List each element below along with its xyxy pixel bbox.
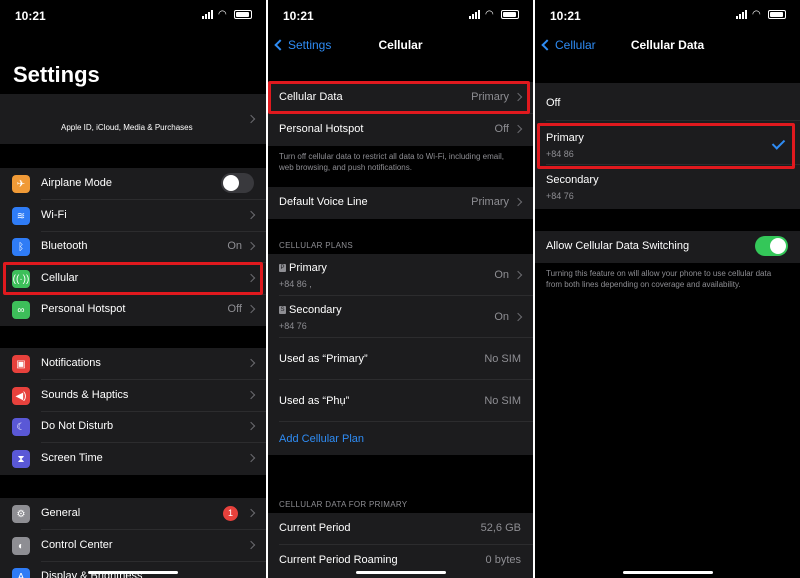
chevron-right-icon xyxy=(246,421,256,431)
switching-footer: Turning this feature on will allow your … xyxy=(546,269,772,289)
plans-group: P Primary +84 86 , On S Secondary +84 76 O… xyxy=(268,254,533,455)
chevron-right-icon xyxy=(246,390,256,400)
settings-item-display[interactable]: A Display & Brightness xyxy=(0,561,266,578)
notifications-icon: ▣ xyxy=(12,355,30,373)
wifi-status-icon: ◠ xyxy=(752,8,761,20)
bluetooth-icon: ᛒ xyxy=(12,238,30,256)
status-bar: 10:21 ◠ xyxy=(0,0,266,30)
page-title: Settings xyxy=(13,62,100,87)
general-group: ⚙ General 1 ◐ Control Center A Display &… xyxy=(0,498,266,578)
add-plan-row[interactable]: Add Cellular Plan xyxy=(268,422,533,455)
settings-item-control-center[interactable]: ◐ Control Center xyxy=(0,530,266,562)
settings-item-sounds[interactable]: ◀) Sounds & Haptics xyxy=(0,380,266,412)
notifications-group: ▣ Notifications ◀) Sounds & Haptics ☾ Do… xyxy=(0,348,266,475)
signal-icon xyxy=(736,10,747,19)
signal-icon xyxy=(469,10,480,19)
option-secondary[interactable]: Secondary +84 76 xyxy=(535,165,800,209)
highlight-primary xyxy=(537,123,795,169)
hotspot-icon: ∞ xyxy=(12,301,30,319)
plan-primary-row[interactable]: P Primary +84 86 , On xyxy=(268,254,533,296)
chevron-right-icon xyxy=(246,540,256,550)
nav-bar: Settings Cellular xyxy=(268,34,533,58)
moon-icon: ☾ xyxy=(12,418,30,436)
default-voice-row[interactable]: Default Voice Line Primary xyxy=(268,187,533,219)
wifi-status-icon: ◠ xyxy=(485,8,494,20)
settings-item-hotspot[interactable]: ∞ Personal Hotspot Off xyxy=(0,294,266,326)
wifi-status-icon: ◠ xyxy=(218,8,227,20)
used-as-phu-row[interactable]: Used as “Phụ” No SIM xyxy=(268,380,533,422)
plans-header: CELLULAR PLANS xyxy=(279,241,354,250)
signal-icon xyxy=(202,10,213,19)
home-indicator[interactable] xyxy=(88,571,178,574)
settings-item-notifications[interactable]: ▣ Notifications xyxy=(0,348,266,380)
airplane-icon: ✈ xyxy=(12,175,30,193)
chevron-right-icon xyxy=(246,210,256,220)
settings-item-bluetooth[interactable]: ᛒ Bluetooth On xyxy=(0,231,266,263)
used-as-primary-row[interactable]: Used as “Primary” No SIM xyxy=(268,338,533,380)
wifi-icon: ≋ xyxy=(12,207,30,225)
add-plan-link[interactable]: Add Cellular Plan xyxy=(279,433,364,445)
cellular-data-footer: Turn off cellular data to restrict all d… xyxy=(279,152,504,172)
current-period-row: Current Period 52,6 GB xyxy=(268,513,533,545)
settings-item-wifi[interactable]: ≋ Wi-Fi xyxy=(0,200,266,232)
usage-group: Current Period 52,6 GB Current Period Ro… xyxy=(268,513,533,578)
switches-icon: ◐ xyxy=(12,537,30,555)
highlight-cellular xyxy=(3,262,263,295)
apple-id-row[interactable]: Apple ID, iCloud, Media & Purchases xyxy=(0,94,266,144)
battery-icon xyxy=(234,10,252,19)
highlight-cellular-data xyxy=(268,81,530,114)
status-time: 10:21 xyxy=(283,9,314,23)
chevron-right-icon xyxy=(246,453,256,463)
personal-hotspot-row[interactable]: Personal Hotspot Off xyxy=(268,114,533,146)
chevron-right-icon xyxy=(513,312,523,322)
gear-icon: ⚙ xyxy=(12,505,30,523)
connectivity-group: ✈ Airplane Mode ≋ Wi-Fi ᛒ Bluetooth On (… xyxy=(0,168,266,326)
airplane-toggle[interactable] xyxy=(221,173,254,193)
notification-badge: 1 xyxy=(223,506,238,521)
nav-title: Cellular Data xyxy=(630,38,705,52)
settings-screen: 10:21 ◠ Settings Apple ID, iCloud, Media… xyxy=(0,0,266,578)
speaker-icon: ◀) xyxy=(12,387,30,405)
nav-title: Cellular xyxy=(378,38,423,52)
voice-group: Default Voice Line Primary xyxy=(268,187,533,219)
nav-bar: Cellular Cellular Data xyxy=(535,34,800,58)
data-switching-row: Allow Cellular Data Switching xyxy=(535,231,800,263)
switching-group: Allow Cellular Data Switching xyxy=(535,231,800,263)
chevron-right-icon xyxy=(246,358,256,368)
status-time: 10:21 xyxy=(550,9,581,23)
chevron-right-icon xyxy=(513,270,523,280)
hourglass-icon: ⧗ xyxy=(12,450,30,468)
option-off[interactable]: Off xyxy=(535,83,800,121)
status-bar: 10:21 ◠ xyxy=(535,0,800,30)
home-indicator[interactable] xyxy=(355,571,446,574)
chevron-right-icon xyxy=(513,124,523,134)
status-time: 10:21 xyxy=(15,9,46,23)
chevron-right-icon xyxy=(513,197,523,207)
status-bar: 10:21 ◠ xyxy=(268,0,533,30)
cellular-screen: 10:21 ◠ Settings Cellular Cellular Data … xyxy=(268,0,533,578)
settings-item-airplane[interactable]: ✈ Airplane Mode xyxy=(0,168,266,200)
chevron-right-icon xyxy=(246,241,256,251)
plan-secondary-row[interactable]: S Secondary +84 76 On xyxy=(268,296,533,338)
chevron-right-icon xyxy=(246,304,256,314)
battery-icon xyxy=(768,10,786,19)
chevron-right-icon xyxy=(246,508,256,518)
data-usage-header: CELLULAR DATA FOR PRIMARY xyxy=(279,500,408,509)
data-switching-toggle[interactable] xyxy=(755,236,788,256)
sim-icon: P xyxy=(279,264,286,273)
settings-item-dnd[interactable]: ☾ Do Not Disturb xyxy=(0,411,266,443)
sim-icon: S xyxy=(279,306,286,315)
display-icon: A xyxy=(12,568,30,578)
chevron-right-icon xyxy=(246,114,256,124)
battery-icon xyxy=(501,10,519,19)
settings-item-general[interactable]: ⚙ General 1 xyxy=(0,498,266,530)
settings-item-screentime[interactable]: ⧗ Screen Time xyxy=(0,443,266,475)
home-indicator[interactable] xyxy=(622,571,713,574)
cellular-data-screen: 10:21 ◠ Cellular Cellular Data Off Prima… xyxy=(535,0,800,578)
